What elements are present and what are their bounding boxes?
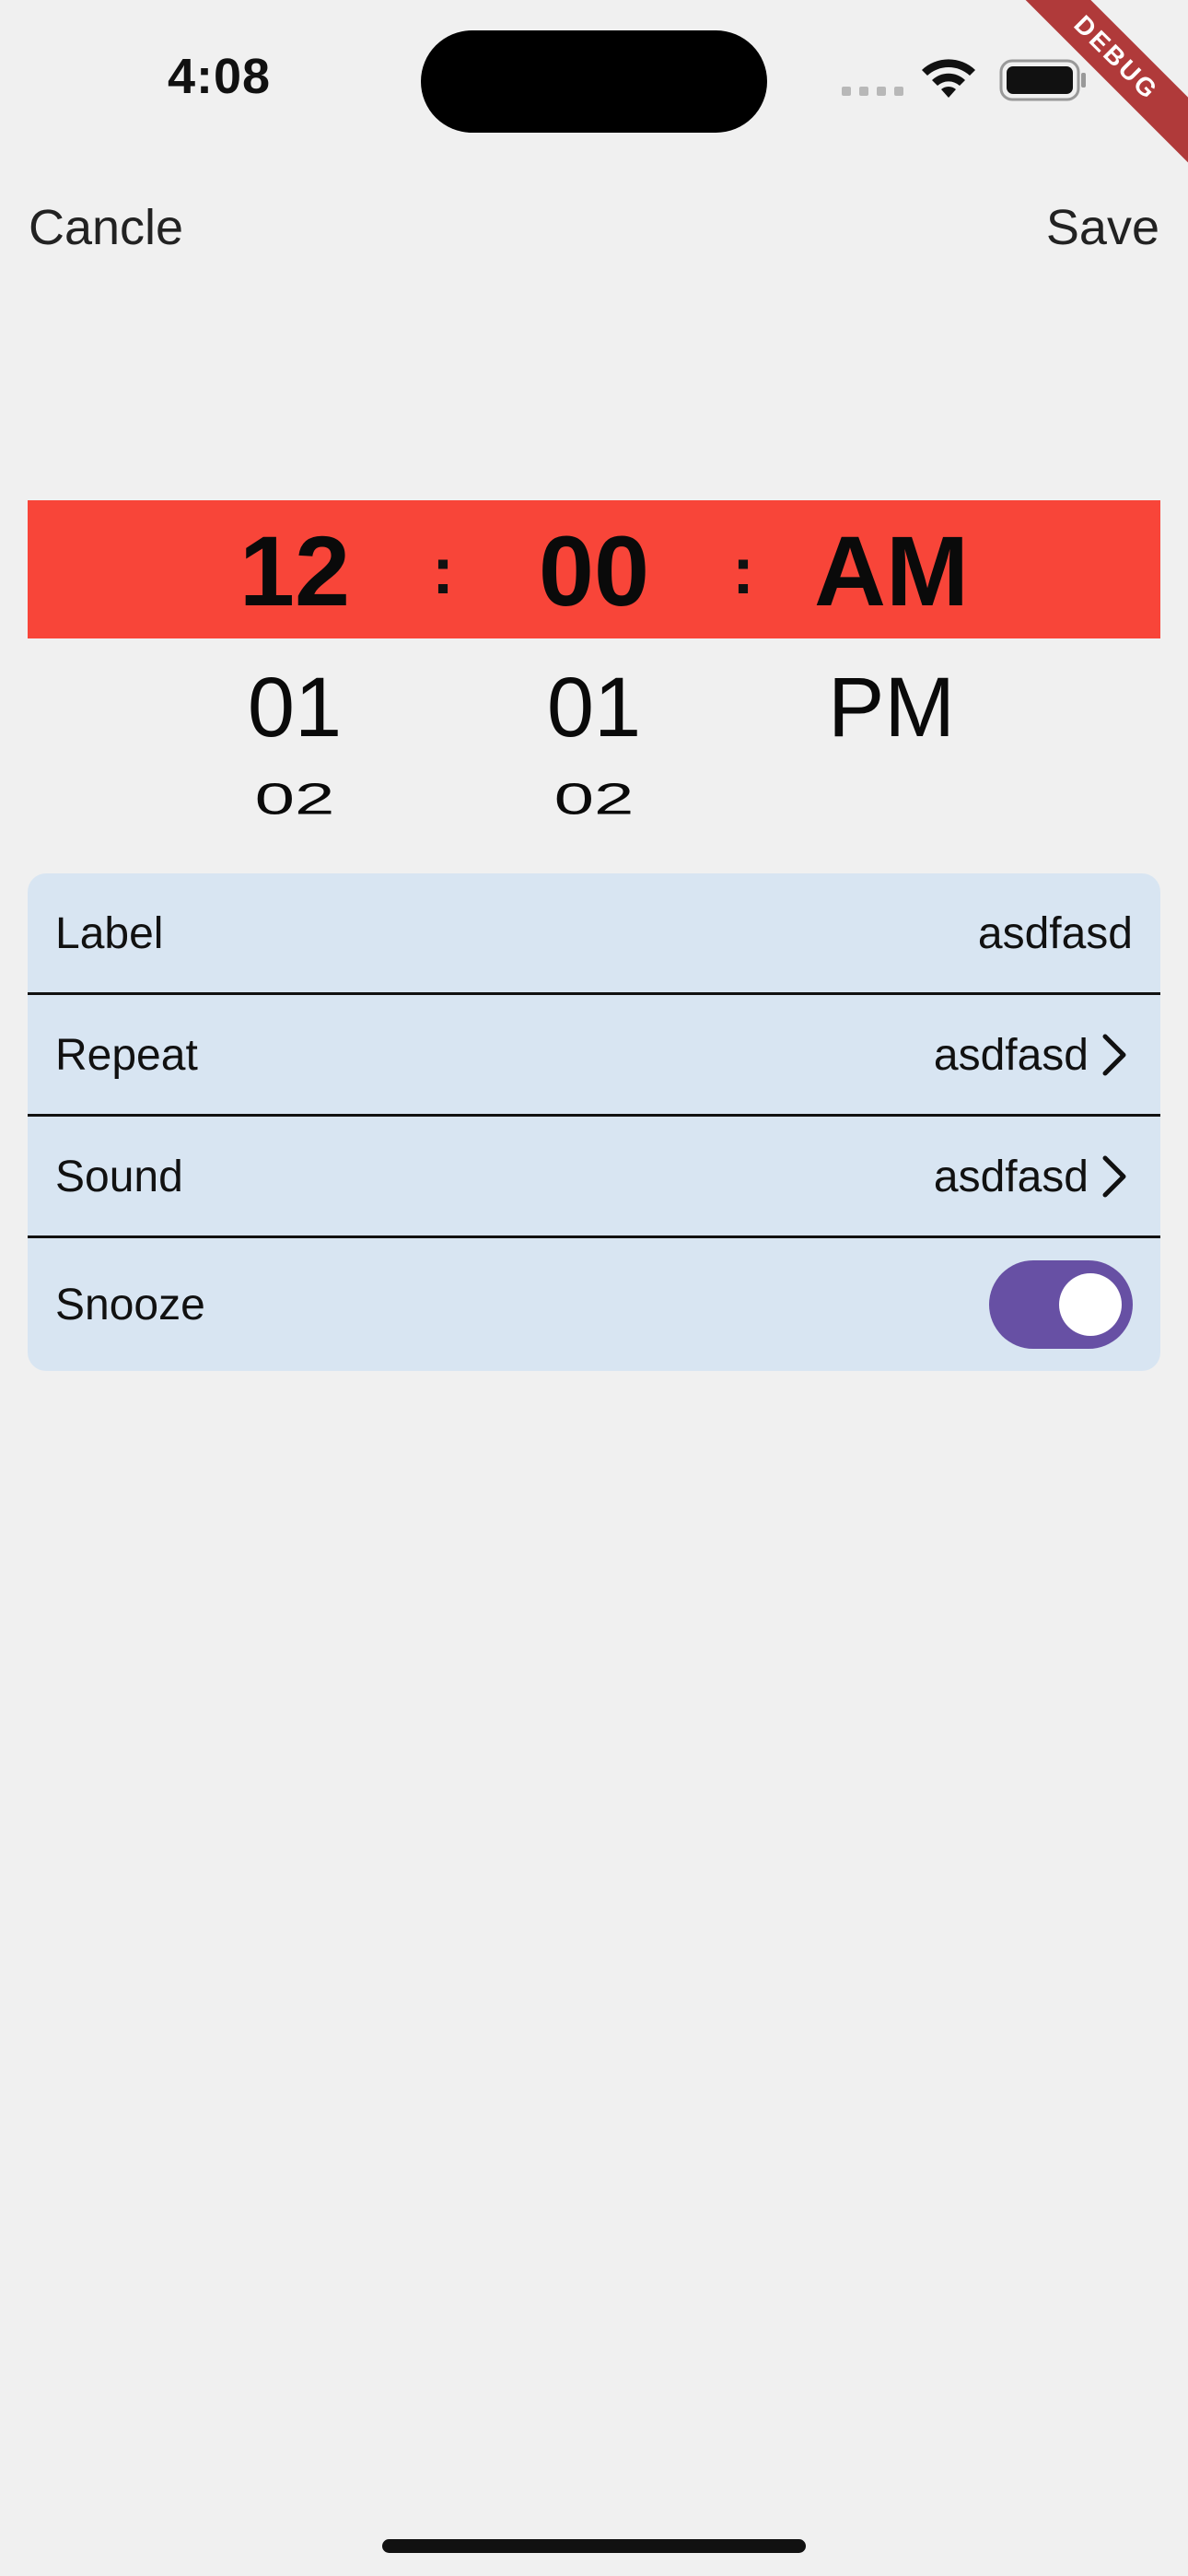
save-button[interactable]: Save — [1046, 199, 1159, 256]
minute-option-next[interactable]: 01 — [483, 662, 705, 754]
dynamic-island — [421, 30, 767, 133]
label-value: asdfasd — [977, 908, 1133, 958]
repeat-value-group: asdfasd — [934, 1030, 1133, 1081]
sound-row[interactable]: Sound asdfasd — [28, 1117, 1160, 1236]
hour-option-after[interactable]: 02 — [184, 776, 405, 820]
battery-icon — [999, 59, 1086, 101]
cancel-button[interactable]: Cancle — [29, 199, 183, 256]
wifi-icon — [922, 59, 975, 98]
chevron-right-icon — [1102, 1155, 1126, 1198]
repeat-title: Repeat — [55, 1030, 198, 1080]
sound-title: Sound — [55, 1152, 183, 1201]
chevron-right-icon — [1102, 1034, 1126, 1076]
hour-option-next[interactable]: 01 — [184, 662, 405, 754]
repeat-value: asdfasd — [933, 1030, 1089, 1080]
repeat-row[interactable]: Repeat asdfasd — [28, 995, 1160, 1115]
sound-value: asdfasd — [933, 1152, 1089, 1201]
toggle-knob — [1059, 1273, 1122, 1336]
home-indicator[interactable] — [382, 2539, 806, 2553]
snooze-row: Snooze — [28, 1238, 1160, 1371]
sound-value-group: asdfasd — [934, 1152, 1133, 1202]
period-option-next[interactable]: PM — [781, 662, 1002, 754]
snooze-title: Snooze — [55, 1280, 205, 1329]
period-selected[interactable]: AM — [781, 516, 1002, 626]
cellular-signal-icon — [842, 87, 903, 96]
alarm-edit-screen: 4:08 DEBUG Cancle Save 12 : 00 : AM 01 0… — [0, 0, 1188, 2576]
snooze-toggle[interactable] — [989, 1260, 1133, 1349]
status-time: 4:08 — [168, 49, 272, 104]
label-row[interactable]: Label asdfasd — [28, 873, 1160, 993]
label-title: Label — [55, 908, 164, 958]
alarm-settings-card: Label asdfasd Repeat asdfasd Sound asdfa… — [28, 873, 1160, 1371]
minute-option-after[interactable]: 02 — [483, 776, 705, 820]
